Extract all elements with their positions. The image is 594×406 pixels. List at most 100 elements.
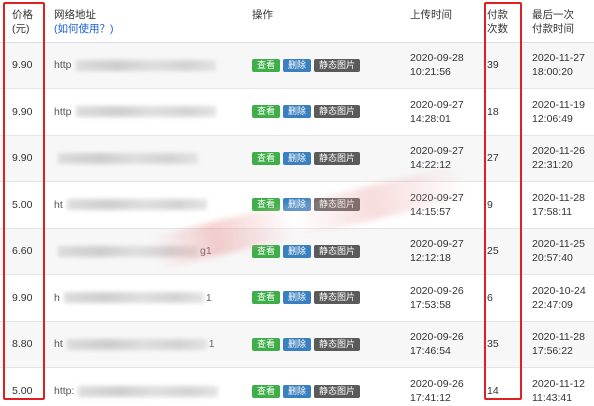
url-value[interactable]	[54, 151, 248, 165]
delete-button[interactable]: 删除	[283, 198, 312, 212]
view-button[interactable]: 查看	[252, 105, 281, 119]
price-value: 5.00	[12, 385, 33, 397]
upload-clock: 17:53:58	[410, 298, 451, 311]
delete-button[interactable]: 删除	[283, 291, 312, 305]
pay-count-cell: 35	[476, 320, 522, 368]
delete-button[interactable]: 删除	[283, 151, 312, 165]
ops-cell: 查看 删除 静态图片	[248, 88, 408, 135]
view-button[interactable]: 查看	[252, 337, 281, 351]
url-value[interactable]: http	[54, 105, 248, 119]
url-suffix: g1	[200, 245, 212, 258]
table-row: 6.60 g1 查看 删除 静态图片 2020-09-27 12:12:18 25 …	[0, 227, 594, 275]
header-last-pay-label-2: 付款时间	[532, 23, 574, 35]
url-value[interactable]: http:	[54, 384, 248, 398]
delete-button[interactable]: 删除	[283, 244, 312, 258]
last-pay-date: 2020-11-25	[532, 238, 585, 251]
table-row: 9.90 h1 查看 删除 静态图片 2020-09-26 17:53:58 6 2…	[0, 274, 594, 321]
table-row: 9.90 查看 删除 静态图片 2020-09-27 14:22:12 27 202…	[0, 134, 594, 182]
last-pay-cell: 2020-11-25 20:57:40	[522, 227, 594, 275]
url-redacted-blur	[78, 385, 219, 397]
header-ops-label: 操作	[252, 9, 273, 21]
upload-clock: 14:28:01	[410, 112, 451, 125]
upload-date: 2020-09-27	[410, 145, 464, 158]
last-pay-cell: 2020-10-24 22:47:09	[522, 274, 594, 321]
pay-count-cell: 25	[476, 227, 522, 275]
table-row: 9.90 http 查看 删除 静态图片 2020-09-28 10:21:56 3…	[0, 41, 594, 89]
view-button[interactable]: 查看	[252, 291, 281, 305]
pay-count-cell: 18	[476, 88, 522, 135]
view-button[interactable]: 查看	[252, 384, 281, 398]
last-pay-cell: 2020-11-12 11:43:41	[522, 367, 594, 406]
price-cell: 8.80	[0, 320, 42, 368]
delete-button[interactable]: 删除	[283, 58, 312, 72]
pay-count-cell: 9	[476, 181, 522, 228]
upload-date: 2020-09-26	[410, 378, 464, 390]
price-value: 9.90	[12, 291, 33, 304]
last-pay-cell: 2020-11-26 22:31:20	[522, 134, 594, 182]
url-redacted-blur	[63, 292, 204, 304]
static-image-button[interactable]: 静态图片	[314, 337, 361, 351]
view-button[interactable]: 查看	[252, 244, 281, 258]
payments-table: 价格 (元) 网络地址 (如何使用？) 操作 上传时间 付款 次数 最后一次 付…	[0, 0, 594, 406]
price-cell: 9.90	[0, 41, 42, 89]
url-value[interactable]: h1	[54, 291, 248, 305]
upload-date: 2020-09-26	[410, 284, 464, 297]
price-cell: 5.00	[0, 181, 42, 228]
ops-cell: 查看 删除 静态图片	[248, 41, 408, 89]
header-url-label: 网络地址	[54, 9, 96, 21]
url-cell: http:	[42, 367, 248, 406]
upload-time-cell: 2020-09-27 14:22:12	[408, 134, 476, 182]
view-button[interactable]: 查看	[252, 58, 281, 72]
url-prefix: ht	[54, 338, 63, 351]
url-cell: http	[42, 41, 248, 89]
price-value: 9.90	[12, 59, 33, 72]
url-value[interactable]: http	[54, 58, 248, 72]
static-image-button[interactable]: 静态图片	[314, 105, 361, 119]
pay-count-value: 25	[487, 245, 499, 258]
upload-date: 2020-09-27	[410, 238, 464, 251]
static-image-button[interactable]: 静态图片	[314, 198, 361, 212]
header-last-pay-label: 最后一次	[532, 9, 574, 21]
header-pay-count-label-2: 次数	[487, 23, 508, 35]
view-button[interactable]: 查看	[252, 198, 281, 212]
last-pay-cell: 2020-11-19 12:06:49	[522, 88, 594, 135]
header-price-label: 价格	[12, 9, 33, 21]
upload-clock: 14:15:57	[410, 205, 451, 218]
how-to-use-link[interactable]: (如何使用？)	[54, 22, 248, 36]
url-redacted-blur	[58, 152, 198, 164]
static-image-button[interactable]: 静态图片	[314, 151, 361, 165]
price-cell: 9.90	[0, 134, 42, 182]
delete-button[interactable]: 删除	[283, 105, 312, 119]
upload-date: 2020-09-27	[410, 191, 464, 204]
url-cell	[42, 134, 248, 182]
upload-date: 2020-09-26	[410, 331, 464, 344]
url-value[interactable]: g1	[54, 244, 248, 258]
delete-button[interactable]: 删除	[283, 384, 312, 398]
upload-time-cell: 2020-09-27 14:28:01	[408, 88, 476, 135]
url-value[interactable]: ht	[54, 198, 248, 212]
table-row: 8.80 ht 1 查看 删除 静态图片 2020-09-26 17:46:54 35…	[0, 320, 594, 368]
price-cell: 9.90	[0, 274, 42, 321]
static-image-button[interactable]: 静态图片	[314, 291, 361, 305]
url-redacted-blur	[66, 199, 207, 211]
url-cell: g1	[42, 227, 248, 275]
table-body: 9.90 http 查看 删除 静态图片 2020-09-28 10:21:56 3…	[0, 41, 594, 406]
static-image-button[interactable]: 静态图片	[314, 244, 361, 258]
table-row: 5.00 ht 查看 删除 静态图片 2020-09-27 14:15:57 9 2…	[0, 181, 594, 228]
upload-date: 2020-09-27	[410, 98, 464, 111]
header-price: 价格 (元)	[0, 0, 42, 43]
app-window: 价格 (元) 网络地址 (如何使用？) 操作 上传时间 付款 次数 最后一次 付…	[0, 0, 594, 406]
price-cell: 9.90	[0, 88, 42, 135]
view-button[interactable]: 查看	[252, 151, 281, 165]
last-pay-date: 2020-11-28	[532, 191, 585, 204]
delete-button[interactable]: 删除	[283, 337, 312, 351]
upload-clock: 12:12:18	[410, 252, 451, 265]
url-value[interactable]: ht 1	[54, 337, 248, 351]
static-image-button[interactable]: 静态图片	[314, 384, 361, 398]
last-pay-date: 2020-11-12	[532, 378, 585, 390]
pay-count-value: 35	[487, 338, 499, 351]
last-pay-date: 2020-11-26	[532, 145, 585, 158]
header-last-pay: 最后一次 付款时间	[522, 0, 594, 43]
last-pay-clock: 12:06:49	[532, 112, 573, 125]
static-image-button[interactable]: 静态图片	[314, 58, 361, 72]
